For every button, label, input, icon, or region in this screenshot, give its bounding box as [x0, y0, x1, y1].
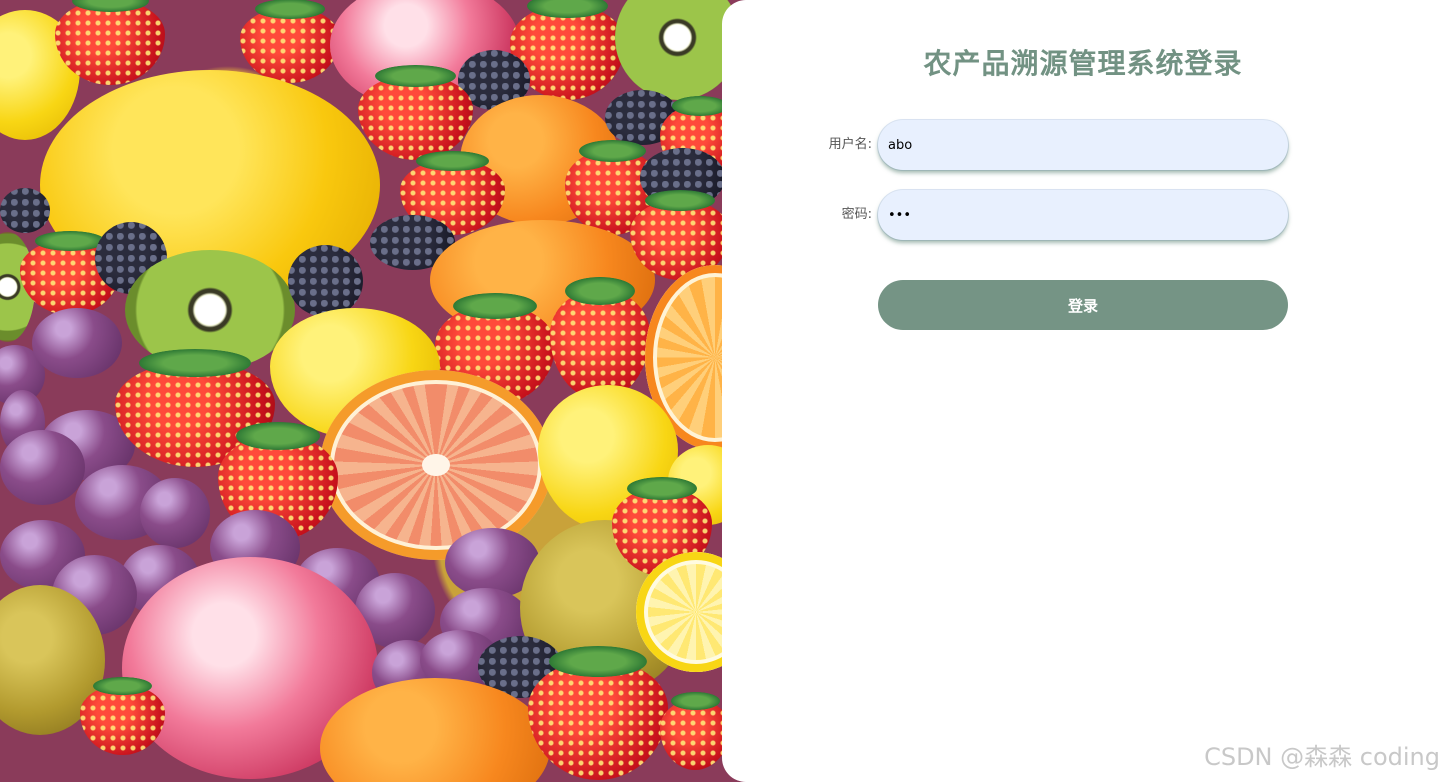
- blackberry-fruit: [288, 245, 363, 317]
- login-page: 农产品溯源管理系统登录 用户名: 密码: 登录 CSDN @森森 coding: [0, 0, 1444, 782]
- blood-orange-slice-fruit: [320, 370, 552, 560]
- password-label: 密码:: [841, 207, 872, 222]
- grape-fruit: [140, 478, 210, 548]
- username-label: 用户名:: [828, 137, 872, 152]
- page-title: 农产品溯源管理系统登录: [923, 47, 1243, 80]
- fruit-background-image: [0, 0, 760, 782]
- blackberry-fruit: [0, 188, 50, 233]
- login-card: 农产品溯源管理系统登录 用户名: 密码: 登录: [722, 0, 1444, 782]
- csdn-watermark: CSDN @森森 coding: [1204, 743, 1440, 771]
- grape-fruit: [32, 308, 122, 378]
- strawberry-fruit: [550, 276, 650, 400]
- strawberry-fruit: [528, 645, 668, 780]
- password-input[interactable]: [878, 190, 1288, 240]
- strawberry-fruit: [240, 0, 340, 83]
- password-row: 密码:: [722, 190, 1444, 240]
- strawberry-fruit: [660, 691, 730, 770]
- grape-fruit: [0, 430, 85, 505]
- strawberry-fruit: [80, 676, 165, 755]
- username-input[interactable]: [878, 120, 1288, 170]
- strawberry-fruit: [358, 64, 473, 160]
- login-button[interactable]: 登录: [878, 280, 1288, 330]
- username-row: 用户名:: [722, 120, 1444, 170]
